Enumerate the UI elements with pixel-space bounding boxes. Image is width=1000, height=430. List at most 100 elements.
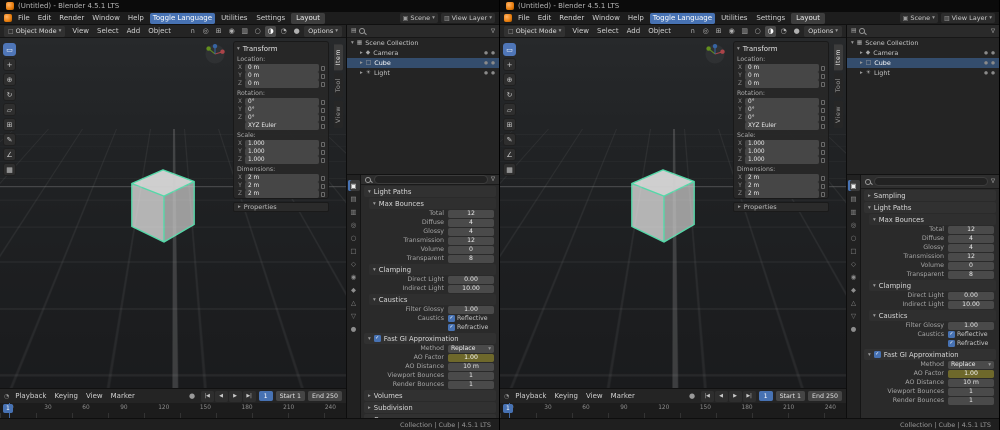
transform-value-field[interactable]: 0 m: [745, 64, 819, 72]
view-layer-properties-tab-icon[interactable]: ▥: [348, 206, 360, 217]
start-frame-field[interactable]: Start 1: [775, 391, 805, 401]
outliner-row[interactable]: ▸ ◆ Camera ● ●: [847, 48, 999, 58]
property-value-field[interactable]: 4: [448, 227, 494, 236]
tool-transform-icon[interactable]: ⊞: [3, 118, 16, 131]
lock-icon[interactable]: [821, 175, 825, 181]
object-properties-tab-icon[interactable]: □: [848, 245, 860, 256]
section-light-paths[interactable]: ▾ Light Paths: [864, 202, 996, 213]
mode-dropdown[interactable]: □ Object Mode ▾: [504, 25, 566, 37]
tool-add-cube-icon[interactable]: ▦: [503, 163, 516, 176]
lock-icon[interactable]: [321, 65, 325, 71]
cube-object[interactable]: [624, 158, 702, 248]
lock-icon[interactable]: [321, 149, 325, 155]
show-overlays-icon[interactable]: ◉: [226, 26, 237, 37]
shading-solid-icon[interactable]: ◑: [265, 25, 277, 37]
section-fast-gi[interactable]: ▾ ✓ Fast GI Approximation: [864, 349, 996, 360]
menu-item[interactable]: Window: [89, 13, 123, 24]
sidebar-tab[interactable]: View: [833, 100, 843, 128]
shading-solid-icon[interactable]: ◑: [765, 25, 777, 37]
view-layer-selector[interactable]: ▥ View Layer ▾: [940, 13, 995, 23]
render-properties-tab-icon[interactable]: ▣: [347, 180, 360, 191]
property-value-field[interactable]: 12: [448, 236, 494, 245]
transport-button[interactable]: ◀: [714, 390, 728, 402]
auto-keying-icon[interactable]: ●: [687, 391, 698, 402]
tool-annotate-icon[interactable]: ✎: [503, 133, 516, 146]
method-dropdown[interactable]: Replace ▾: [448, 344, 494, 353]
visibility-eye-icon[interactable]: ●: [984, 51, 988, 56]
tool-add-cube-icon[interactable]: ▦: [3, 163, 16, 176]
lock-icon[interactable]: [321, 183, 325, 189]
outliner-row[interactable]: ▸ □ Cube ● ●: [347, 58, 499, 68]
transform-value-field[interactable]: 2 m: [245, 182, 319, 190]
shading-wireframe-icon[interactable]: ○: [252, 26, 263, 37]
method-dropdown[interactable]: Replace ▾: [948, 360, 994, 369]
outliner-row-scene-collection[interactable]: ▾ ▦ Scene Collection: [847, 38, 999, 48]
viewport-menu-item[interactable]: Object: [645, 26, 674, 37]
transport-button[interactable]: ▶: [228, 390, 242, 402]
transport-button[interactable]: |◀: [700, 390, 714, 402]
timeline-ruler[interactable]: 0306090120150180210240 1: [0, 403, 346, 418]
timeline-editor-icon[interactable]: ◔: [504, 393, 509, 400]
viewport-menu-item[interactable]: Add: [124, 26, 144, 37]
transport-button[interactable]: ▶|: [742, 390, 756, 402]
material-properties-tab-icon[interactable]: ●: [348, 323, 360, 334]
outliner-row[interactable]: ▸ ◆ Camera ● ●: [347, 48, 499, 58]
property-value-field[interactable]: 10.00: [948, 300, 994, 309]
blender-menu-icon[interactable]: [4, 14, 12, 22]
window-titlebar[interactable]: (Untitled) - Blender 4.5.1 LTS: [0, 0, 499, 12]
property-value-field[interactable]: 10.00: [448, 284, 494, 293]
section-caustics[interactable]: ▾ Caustics: [369, 294, 496, 305]
lock-icon[interactable]: [321, 81, 325, 87]
xray-toggle-icon[interactable]: ▥: [239, 26, 250, 37]
constraints-properties-tab-icon[interactable]: △: [348, 297, 360, 308]
show-gizmos-icon[interactable]: ⊞: [213, 26, 224, 37]
shading-material-icon[interactable]: ◔: [778, 26, 789, 37]
sidebar-tab[interactable]: Item: [833, 44, 843, 71]
lock-icon[interactable]: [321, 123, 325, 129]
lock-icon[interactable]: [321, 107, 325, 113]
render-visibility-icon[interactable]: ●: [991, 61, 995, 66]
output-properties-tab-icon[interactable]: ▤: [848, 193, 860, 204]
viewport-menu-item[interactable]: View: [69, 26, 92, 37]
object-properties-tab-icon[interactable]: □: [348, 245, 360, 256]
transform-value-field[interactable]: 0°: [245, 114, 319, 122]
checkbox-checked-icon[interactable]: ✓: [948, 340, 955, 347]
visibility-eye-icon[interactable]: ●: [984, 61, 988, 66]
viewport-menu-item[interactable]: Object: [145, 26, 174, 37]
search-icon[interactable]: [359, 28, 366, 34]
render-visibility-icon[interactable]: ●: [991, 71, 995, 76]
navigation-gizmo[interactable]: [204, 43, 226, 65]
timeline-menu-item[interactable]: Marker: [608, 391, 638, 402]
tool-measure-icon[interactable]: ∠: [503, 148, 516, 161]
timeline-menu-item[interactable]: View: [583, 391, 606, 402]
lock-icon[interactable]: [821, 141, 825, 147]
material-properties-tab-icon[interactable]: ●: [848, 323, 860, 334]
particles-properties-tab-icon[interactable]: ◉: [348, 271, 360, 282]
playhead[interactable]: 1: [3, 403, 13, 418]
transform-value-field[interactable]: 0°: [245, 106, 319, 114]
property-value-field[interactable]: 1.00: [448, 305, 494, 314]
lock-icon[interactable]: [321, 157, 325, 163]
filter-icon[interactable]: ∇: [991, 178, 995, 185]
section-max-bounces[interactable]: ▾ Max Bounces: [369, 198, 496, 209]
properties-search-input[interactable]: [374, 175, 488, 184]
lock-icon[interactable]: [821, 123, 825, 129]
checkbox-checked-icon[interactable]: ✓: [448, 324, 455, 331]
transform-value-field[interactable]: 2 m: [745, 174, 819, 182]
property-value-field[interactable]: 1: [948, 387, 994, 396]
filter-icon[interactable]: ∇: [991, 28, 995, 35]
menu-item[interactable]: File: [15, 13, 33, 24]
blender-menu-icon[interactable]: [504, 14, 512, 22]
options-dropdown[interactable]: Options ▾: [804, 25, 842, 37]
transform-value-field[interactable]: 2 m: [245, 174, 319, 182]
tool-measure-icon[interactable]: ∠: [3, 148, 16, 161]
render-properties-tab-icon[interactable]: ▣: [847, 180, 860, 191]
modifier-properties-tab-icon[interactable]: ◇: [848, 258, 860, 269]
tool-annotate-icon[interactable]: ✎: [3, 133, 16, 146]
render-visibility-icon[interactable]: ●: [491, 61, 495, 66]
property-value-field[interactable]: 1: [448, 380, 494, 389]
properties-search-input[interactable]: [874, 177, 988, 186]
shading-wireframe-icon[interactable]: ○: [752, 26, 763, 37]
transform-value-field[interactable]: 1.000: [245, 156, 319, 164]
properties-section-collapsed[interactable]: ▸ Subdivision: [364, 402, 496, 413]
